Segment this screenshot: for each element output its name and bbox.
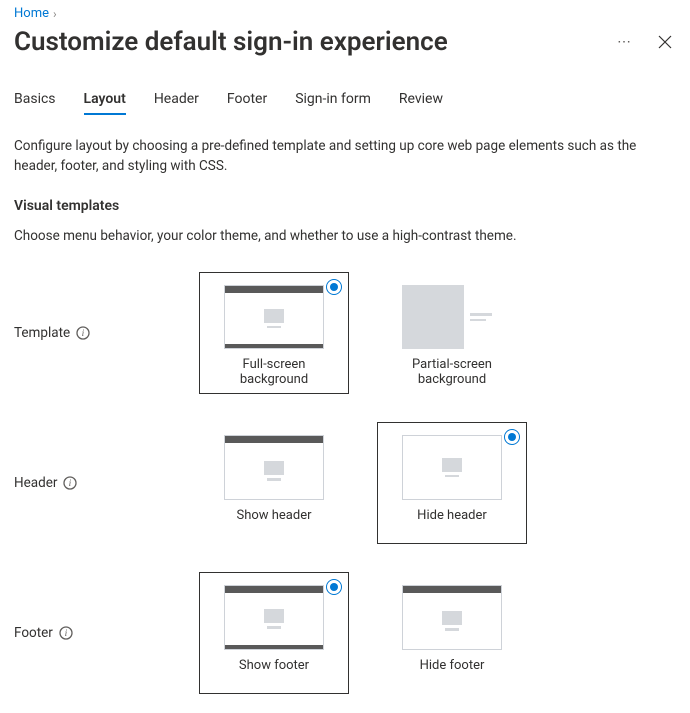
page-title: Customize default sign-in experience: [14, 27, 448, 57]
template-label: Template i: [14, 325, 179, 341]
template-option-label: Partial-screen background: [386, 357, 518, 387]
close-icon: [658, 35, 672, 49]
tab-header[interactable]: Header: [154, 87, 199, 115]
radio-selected-icon: [504, 429, 520, 445]
tab-footer[interactable]: Footer: [227, 87, 267, 115]
layout-description: Configure layout by choosing a pre-defin…: [14, 137, 676, 176]
visual-templates-description: Choose menu behavior, your color theme, …: [14, 228, 676, 244]
radio-selected-icon: [326, 579, 342, 595]
tab-layout[interactable]: Layout: [84, 87, 126, 115]
footer-label: Footer i: [14, 625, 179, 641]
more-options-button[interactable]: ⋯: [613, 30, 636, 54]
template-option-label: Full-screen background: [208, 357, 340, 387]
svg-text:i: i: [65, 629, 68, 639]
footer-option-show[interactable]: Show footer: [199, 572, 349, 694]
info-icon[interactable]: i: [76, 326, 90, 340]
visual-templates-heading: Visual templates: [14, 198, 676, 214]
header-option-label: Hide header: [417, 508, 487, 523]
template-option-full-screen[interactable]: Full-screen background: [199, 272, 349, 394]
info-icon[interactable]: i: [59, 626, 73, 640]
header-thumb-hide: [402, 435, 502, 500]
tab-sign-in-form[interactable]: Sign-in form: [295, 87, 371, 115]
footer-thumb-show: [224, 585, 324, 650]
header-option-show[interactable]: Show header: [199, 422, 349, 544]
info-icon[interactable]: i: [63, 476, 77, 490]
template-option-partial-screen[interactable]: Partial-screen background: [377, 272, 527, 394]
header-label: Header i: [14, 475, 179, 491]
template-thumb-partial-screen: [402, 285, 502, 349]
svg-text:i: i: [69, 479, 72, 489]
header-option-hide[interactable]: Hide header: [377, 422, 527, 544]
template-thumb-full-screen: [224, 285, 324, 349]
svg-text:i: i: [82, 329, 85, 339]
close-button[interactable]: [654, 31, 676, 53]
header-option-label: Show header: [236, 508, 311, 523]
footer-thumb-hide: [402, 585, 502, 650]
tab-basics[interactable]: Basics: [14, 87, 56, 115]
footer-label-text: Footer: [14, 625, 53, 641]
breadcrumb: Home ›: [14, 6, 676, 21]
radio-selected-icon: [326, 279, 342, 295]
footer-option-label: Show footer: [239, 658, 309, 673]
header-label-text: Header: [14, 475, 57, 491]
chevron-right-icon: ›: [53, 7, 57, 21]
template-label-text: Template: [14, 325, 70, 341]
header-thumb-show: [224, 435, 324, 500]
footer-option-label: Hide footer: [420, 658, 485, 673]
tab-review[interactable]: Review: [399, 87, 443, 115]
footer-option-hide[interactable]: Hide footer: [377, 572, 527, 694]
tab-bar: Basics Layout Header Footer Sign-in form…: [14, 87, 676, 115]
breadcrumb-home-link[interactable]: Home: [14, 6, 49, 21]
